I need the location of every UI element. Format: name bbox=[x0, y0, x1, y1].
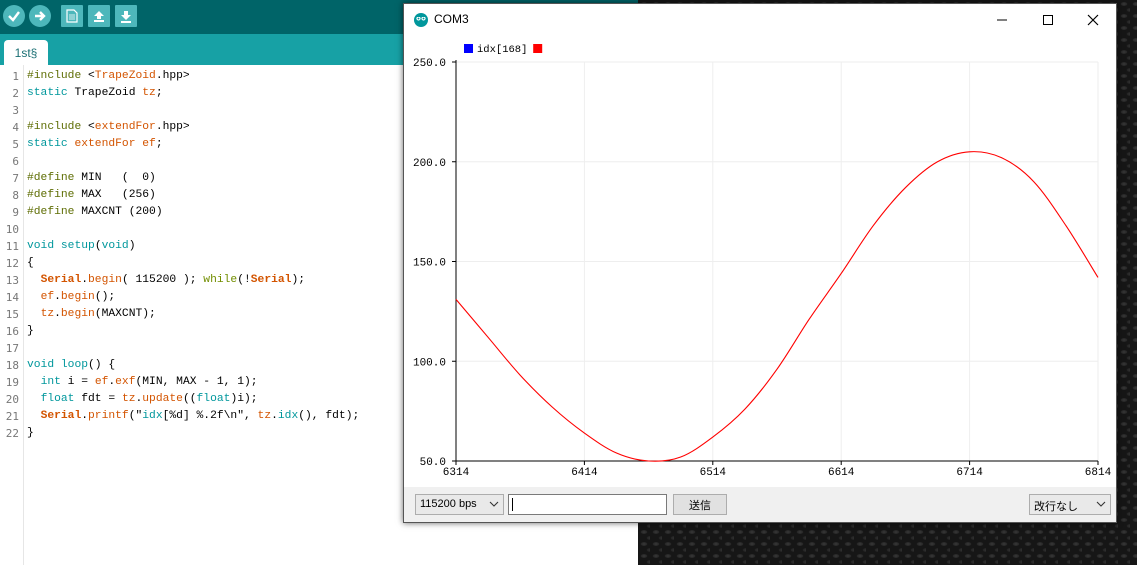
text-caret bbox=[512, 498, 513, 511]
line-number: 4 bbox=[12, 121, 19, 134]
code-line[interactable]: #define MAX (256) bbox=[27, 187, 359, 204]
line-number: 2 bbox=[12, 87, 19, 100]
code-line[interactable]: #include <extendFor.hpp> bbox=[27, 119, 359, 136]
line-number: 15 bbox=[5, 308, 19, 321]
code-line[interactable] bbox=[27, 102, 359, 119]
upload-button[interactable] bbox=[29, 5, 51, 27]
line-number: 22 bbox=[5, 427, 19, 440]
code-line[interactable]: void setup(void) bbox=[27, 238, 359, 255]
code-line[interactable]: #define MIN ( 0) bbox=[27, 170, 359, 187]
serial-plotter-window: COM3 50.0 100.0 150.0 200.0 250.0 6314 6414 651… bbox=[403, 3, 1117, 523]
save-icon bbox=[121, 11, 131, 23]
x-tick-label: 6314 bbox=[443, 467, 470, 479]
line-number: 9 bbox=[12, 206, 19, 219]
arduino-app-icon bbox=[414, 13, 428, 27]
x-tick-label: 6514 bbox=[700, 467, 727, 479]
chevron-down-icon bbox=[489, 501, 499, 507]
line-number: 5 bbox=[12, 138, 19, 151]
maximize-button[interactable] bbox=[1025, 4, 1071, 35]
minimize-button[interactable] bbox=[979, 4, 1025, 35]
line-number: 3 bbox=[12, 104, 19, 117]
line-number: 8 bbox=[12, 189, 19, 202]
line-number: 12 bbox=[5, 257, 19, 270]
new-file-icon bbox=[66, 9, 78, 23]
save-button[interactable] bbox=[115, 5, 137, 27]
line-number: 6 bbox=[12, 155, 19, 168]
code-line[interactable]: ef.begin(); bbox=[27, 289, 359, 306]
line-number: 17 bbox=[5, 342, 19, 355]
x-tick-label: 6614 bbox=[828, 467, 855, 479]
series-line bbox=[455, 151, 1099, 462]
plotter-controls: 115200 bps 送信 改行なし bbox=[404, 487, 1116, 522]
tab-sketch[interactable]: 1st§ bbox=[4, 40, 48, 65]
line-number: 19 bbox=[5, 376, 19, 389]
code-line[interactable]: } bbox=[27, 323, 359, 340]
verify-button[interactable] bbox=[3, 5, 25, 27]
upload-icon bbox=[35, 11, 46, 21]
code-line[interactable]: Serial.begin( 115200 ); while(!Serial); bbox=[27, 272, 359, 289]
line-chart: 50.0100.0150.0200.0250.06314 6414 6514 6614… bbox=[413, 44, 1112, 479]
code-line[interactable]: #define MAXCNT (200) bbox=[27, 204, 359, 221]
x-tick-label: 6414 bbox=[571, 467, 598, 479]
y-tick-label: 250.0 bbox=[413, 58, 446, 70]
open-button[interactable] bbox=[88, 5, 110, 27]
code-line[interactable]: static TrapeZoid tz; bbox=[27, 85, 359, 102]
line-number: 7 bbox=[12, 172, 19, 185]
x-tick-label: 6814 bbox=[1085, 467, 1112, 479]
line-ending-select[interactable]: 改行なし bbox=[1029, 494, 1111, 515]
y-tick-label: 100.0 bbox=[413, 357, 446, 369]
code-line[interactable]: int i = ef.exf(MIN, MAX - 1, 1); bbox=[27, 374, 359, 391]
code-line[interactable]: Serial.printf("idx[%d] %.2f\n", tz.idx()… bbox=[27, 408, 360, 425]
baud-rate-select[interactable]: 115200 bps bbox=[415, 494, 504, 515]
line-number: 21 bbox=[5, 410, 19, 423]
line-ending-value: 改行なし bbox=[1034, 500, 1078, 513]
line-number: 16 bbox=[5, 325, 19, 338]
send-input[interactable] bbox=[508, 494, 667, 515]
code-line[interactable]: static extendFor ef; bbox=[27, 136, 359, 153]
legend-swatch bbox=[464, 44, 473, 53]
close-icon bbox=[1087, 14, 1099, 25]
code-line[interactable]: { bbox=[27, 255, 359, 272]
y-tick-label: 200.0 bbox=[413, 158, 446, 170]
send-button[interactable]: 送信 bbox=[673, 494, 727, 515]
code-text[interactable]: #include <TrapeZoid.hpp> static TrapeZoid… bbox=[27, 68, 359, 442]
line-number: 10 bbox=[5, 223, 19, 236]
verify-icon bbox=[8, 11, 20, 22]
code-line[interactable] bbox=[27, 221, 359, 238]
code-line[interactable] bbox=[27, 340, 359, 357]
code-line[interactable]: } bbox=[27, 425, 359, 442]
line-number: 14 bbox=[5, 291, 19, 304]
open-icon bbox=[94, 11, 104, 22]
legend-label: idx[168] bbox=[477, 44, 527, 56]
code-line[interactable]: float fdt = tz.update((float)i); bbox=[27, 391, 359, 408]
code-line[interactable]: #include <TrapeZoid.hpp> bbox=[27, 68, 359, 85]
chevron-down-icon bbox=[1096, 501, 1106, 507]
line-number: 11 bbox=[5, 240, 19, 253]
x-tick-label: 6714 bbox=[956, 467, 983, 479]
code-line[interactable]: tz.begin(MAXCNT); bbox=[27, 306, 359, 323]
maximize-icon bbox=[1043, 14, 1053, 25]
new-button[interactable] bbox=[61, 5, 83, 27]
close-button[interactable] bbox=[1070, 4, 1116, 35]
code-line[interactable]: void loop() { bbox=[27, 357, 359, 374]
line-number: 18 bbox=[5, 359, 19, 372]
minimize-icon bbox=[997, 19, 1007, 20]
baud-rate-value: 115200 bps bbox=[420, 498, 477, 510]
legend-swatch bbox=[533, 44, 543, 53]
y-tick-label: 150.0 bbox=[413, 258, 446, 270]
line-number: 13 bbox=[5, 274, 19, 287]
line-number-gutter: 1 2 3 4 5 6 7 8 9 10 11 12 13 14 15 16 17 18 19 20 21 22 bbox=[0, 65, 24, 565]
code-line[interactable] bbox=[27, 153, 359, 170]
title-bar[interactable]: COM3 bbox=[404, 4, 1116, 35]
window-title: COM3 bbox=[434, 12, 469, 26]
line-number: 20 bbox=[5, 393, 19, 406]
plot-area: 50.0 100.0 150.0 200.0 250.0 6314 6414 6514 6614… bbox=[404, 35, 1116, 487]
line-number: 1 bbox=[12, 70, 19, 83]
